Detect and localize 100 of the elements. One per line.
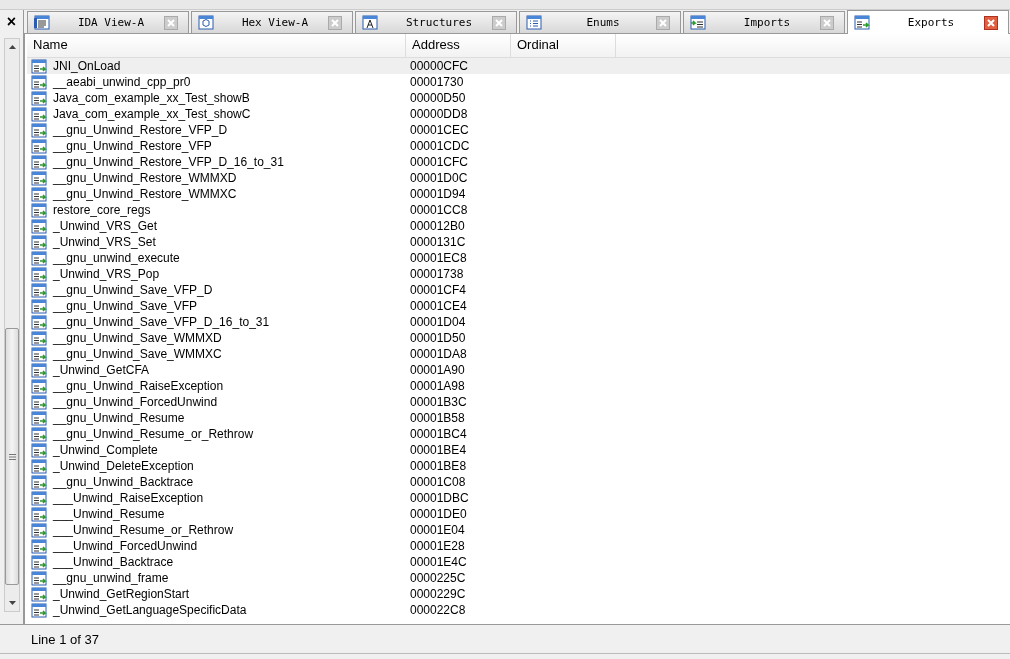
table-row[interactable]: __gnu_Unwind_Resume_or_Rethrow 00001BC4 xyxy=(27,426,1010,442)
table-row[interactable]: __gnu_Unwind_ForcedUnwind 00001B3C xyxy=(27,394,1010,410)
table-row[interactable]: Java_com_example_xx_Test_showB 00000D50 xyxy=(27,90,1010,106)
close-tab-icon[interactable] xyxy=(984,15,998,30)
export-icon xyxy=(31,170,47,186)
table-row[interactable]: __gnu_Unwind_Restore_VFP 00001CDC xyxy=(27,138,1010,154)
function-name: _Unwind_GetRegionStart xyxy=(53,586,190,602)
export-icon xyxy=(31,298,47,314)
table-row[interactable]: __gnu_Unwind_Restore_VFP_D_16_to_31 00001CFC xyxy=(27,154,1010,170)
export-icon xyxy=(31,314,47,330)
column-header[interactable]: Ordinal xyxy=(511,34,616,57)
function-name: __gnu_Unwind_Restore_WMMXD xyxy=(53,170,237,186)
tab[interactable]: Hex View-A xyxy=(191,11,353,33)
column-header[interactable]: Name xyxy=(27,34,406,57)
tab[interactable]: Structures xyxy=(355,11,517,33)
address-cell-text: 00000DD8 xyxy=(409,106,469,122)
function-name: __aeabi_unwind_cpp_pr0 xyxy=(53,74,191,90)
function-name: __gnu_Unwind_Save_VFP xyxy=(53,298,198,314)
table-row[interactable]: ___Unwind_RaiseException 00001DBC xyxy=(27,490,1010,506)
tab[interactable]: Imports xyxy=(683,11,845,33)
address-cell-text: 00001DA8 xyxy=(409,346,468,362)
export-icon xyxy=(31,186,47,202)
table-row[interactable]: __aeabi_unwind_cpp_pr0 00001730 xyxy=(27,74,1010,90)
function-name: _Unwind_Complete xyxy=(53,442,158,458)
function-name: ___Unwind_RaiseException xyxy=(53,490,204,506)
table-row[interactable]: _Unwind_VRS_Pop 00001738 xyxy=(27,266,1010,282)
table-row[interactable]: __gnu_Unwind_Resume 00001B58 xyxy=(27,410,1010,426)
table-row[interactable]: __gnu_Unwind_Restore_WMMXD 00001D0C xyxy=(27,170,1010,186)
table-row[interactable]: ___Unwind_Resume 00001DE0 xyxy=(27,506,1010,522)
export-icon xyxy=(31,474,47,490)
table-row[interactable]: ___Unwind_Backtrace 00001E4C xyxy=(27,554,1010,570)
up-arrow-icon[interactable] xyxy=(8,45,16,49)
export-icon xyxy=(31,410,47,426)
table-row[interactable]: __gnu_Unwind_Restore_WMMXC 00001D94 xyxy=(27,186,1010,202)
table-row[interactable]: __gnu_unwind_frame 0000225C xyxy=(27,570,1010,586)
address-cell-text: 00001B58 xyxy=(409,410,466,426)
table-row[interactable]: _Unwind_GetLanguageSpecificData 000022C8 xyxy=(27,602,1010,618)
export-icon xyxy=(31,554,47,570)
function-name: Java_com_example_xx_Test_showB xyxy=(53,90,250,106)
import-icon xyxy=(690,15,706,30)
tab[interactable]: Enums xyxy=(519,11,681,33)
address-cell-text: 00001BC4 xyxy=(409,426,468,442)
export-icon xyxy=(31,250,47,266)
address-cell-text: 0000229C xyxy=(409,586,467,602)
table-row[interactable]: _Unwind_GetRegionStart 0000229C xyxy=(27,586,1010,602)
function-name: __gnu_Unwind_Restore_VFP xyxy=(53,138,212,154)
function-name: __gnu_unwind_execute xyxy=(53,250,180,266)
tab[interactable]: Exports xyxy=(847,10,1009,34)
table-row[interactable]: __gnu_Unwind_Save_WMMXD 00001D50 xyxy=(27,330,1010,346)
table-row[interactable]: _Unwind_VRS_Get 000012B0 xyxy=(27,218,1010,234)
close-button[interactable]: × xyxy=(6,13,17,31)
table-row[interactable]: __gnu_Unwind_Save_VFP_D 00001CF4 xyxy=(27,282,1010,298)
address-cell-text: 00001B3C xyxy=(409,394,468,410)
function-name: __gnu_Unwind_Save_WMMXC xyxy=(53,346,222,362)
table-row[interactable]: restore_core_regs 00001CC8 xyxy=(27,202,1010,218)
table-row[interactable]: __gnu_Unwind_Save_VFP 00001CE4 xyxy=(27,298,1010,314)
table-row[interactable]: ___Unwind_Resume_or_Rethrow 00001E04 xyxy=(27,522,1010,538)
address-cell-text: 00001CEC xyxy=(409,122,470,138)
address-cell-text: 00001D0C xyxy=(409,170,469,186)
address-cell-text: 00001D04 xyxy=(409,314,467,330)
tab[interactable]: IDA View-A xyxy=(27,11,189,33)
table-row[interactable]: Java_com_example_xx_Test_showC 00000DD8 xyxy=(27,106,1010,122)
table-row[interactable]: _Unwind_DeleteException 00001BE8 xyxy=(27,458,1010,474)
export-icon xyxy=(31,122,47,138)
address-cell-text: 000022C8 xyxy=(409,602,467,618)
address-cell-text: 00001D50 xyxy=(409,330,467,346)
scroll-thumb[interactable] xyxy=(5,328,19,585)
table-row[interactable]: __gnu_Unwind_Restore_VFP_D 00001CEC xyxy=(27,122,1010,138)
table-row[interactable]: ___Unwind_ForcedUnwind 00001E28 xyxy=(27,538,1010,554)
address-cell-text: 00001DBC xyxy=(409,490,470,506)
vertical-scrollbar[interactable] xyxy=(4,38,20,612)
table-row[interactable]: JNI_OnLoad 00000CFC xyxy=(27,58,1010,74)
export-icon xyxy=(31,106,47,122)
function-name: ___Unwind_Resume xyxy=(53,506,165,522)
function-name: __gnu_Unwind_Save_VFP_D_16_to_31 xyxy=(53,314,270,330)
function-name: _Unwind_VRS_Set xyxy=(53,234,156,250)
table-row[interactable]: _Unwind_Complete 00001BE4 xyxy=(27,442,1010,458)
address-cell-text: 00001E04 xyxy=(409,522,466,538)
status-text: Line 1 of 37 xyxy=(31,631,99,647)
function-name: _Unwind_DeleteException xyxy=(53,458,194,474)
function-name: __gnu_Unwind_Restore_VFP_D xyxy=(53,122,228,138)
address-cell-text: 00001DE0 xyxy=(409,506,468,522)
export-icon xyxy=(31,362,47,378)
address-cell-text: 00001BE4 xyxy=(409,442,468,458)
export-icon xyxy=(31,346,47,362)
address-cell-text: 00001E4C xyxy=(409,554,468,570)
table-row[interactable]: _Unwind_GetCFA 00001A90 xyxy=(27,362,1010,378)
export-icon xyxy=(31,394,47,410)
table-row[interactable]: __gnu_Unwind_Save_VFP_D_16_to_31 00001D04 xyxy=(27,314,1010,330)
address-cell-text: 000012B0 xyxy=(409,218,466,234)
column-header[interactable]: Address xyxy=(406,34,511,57)
function-name: Java_com_example_xx_Test_showC xyxy=(53,106,251,122)
export-icon xyxy=(31,266,47,282)
export-icon xyxy=(31,138,47,154)
table-row[interactable]: __gnu_Unwind_Save_WMMXC 00001DA8 xyxy=(27,346,1010,362)
table-row[interactable]: __gnu_Unwind_Backtrace 00001C08 xyxy=(27,474,1010,490)
down-arrow-icon[interactable] xyxy=(8,601,16,605)
table-row[interactable]: __gnu_unwind_execute 00001EC8 xyxy=(27,250,1010,266)
table-row[interactable]: __gnu_Unwind_RaiseException 00001A98 xyxy=(27,378,1010,394)
table-row[interactable]: _Unwind_VRS_Set 0000131C xyxy=(27,234,1010,250)
